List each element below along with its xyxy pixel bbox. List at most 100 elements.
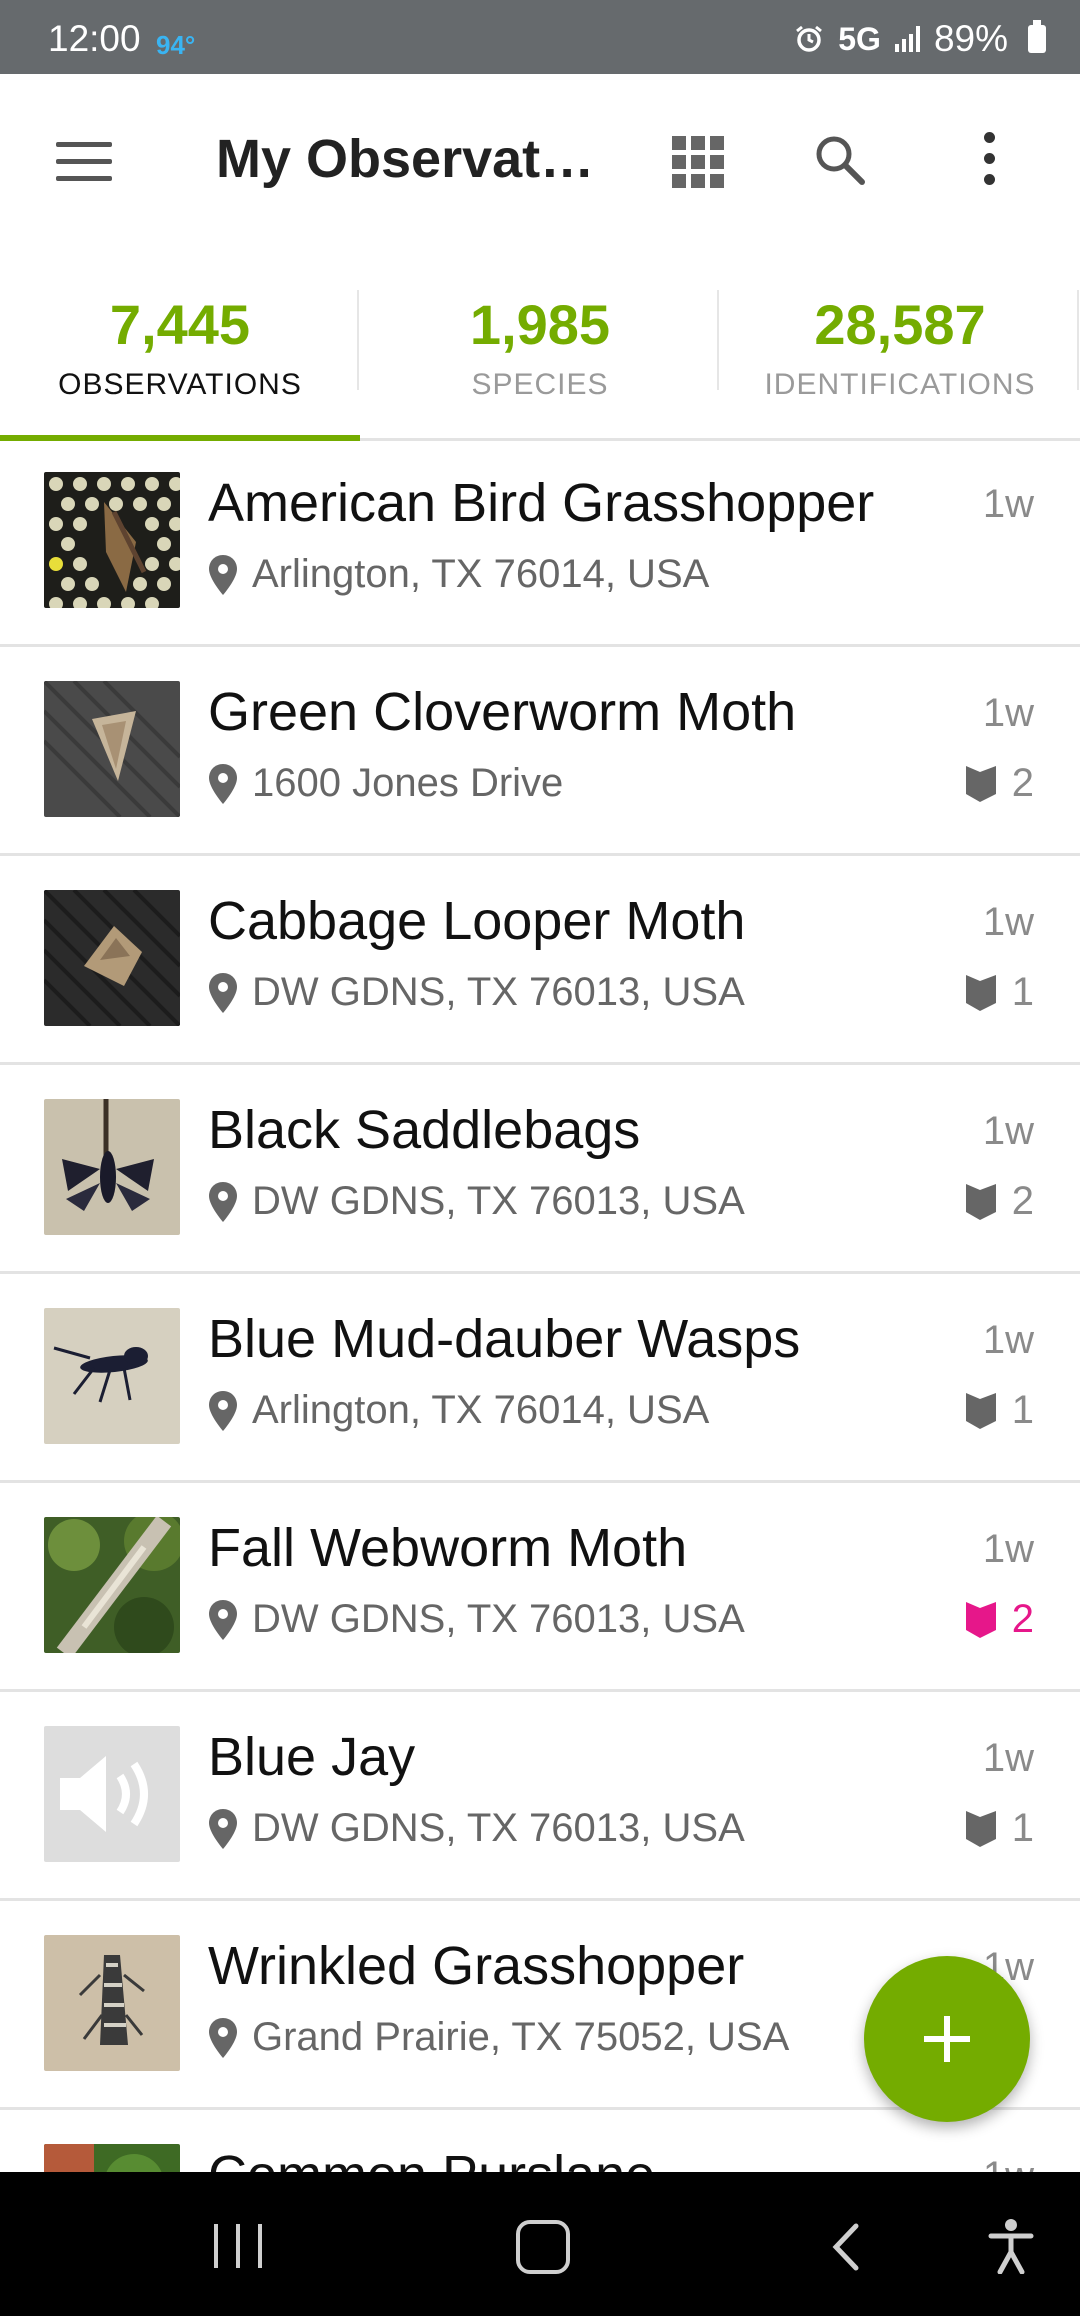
observation-photo[interactable] <box>44 681 180 817</box>
identification-count: 1 <box>964 970 1034 1015</box>
stats-tabs: 7,445 OBSERVATIONS 1,985 SPECIES 28,587 … <box>0 244 1080 441</box>
observation-time: 1w <box>982 1109 1034 1153</box>
observation-row[interactable]: Cabbage Looper Moth DW GDNS, TX 76013, U… <box>0 856 1080 1065</box>
observation-name: Common Purslane <box>208 2144 655 2172</box>
observation-name: American Bird Grasshopper <box>208 473 875 533</box>
observation-list: American Bird Grasshopper Arlington, TX … <box>0 438 1080 2172</box>
place-text: DW GDNS, TX 76013, USA <box>252 1806 745 1850</box>
observation-row[interactable]: Green Cloverworm Moth 1600 Jones Drive 1… <box>0 647 1080 856</box>
observation-name: Cabbage Looper Moth <box>208 891 746 951</box>
observation-row[interactable]: American Bird Grasshopper Arlington, TX … <box>0 438 1080 647</box>
grid-view-icon[interactable] <box>672 136 724 188</box>
identification-number: 2 <box>1011 1179 1034 1223</box>
status-icons: 5G 89% <box>794 18 1046 60</box>
add-observation-button[interactable] <box>864 1956 1030 2122</box>
identification-number: 1 <box>1011 1806 1034 1850</box>
observation-place: Arlington, TX 76014, USA <box>208 1388 709 1433</box>
observation-name: Blue Mud-dauber Wasps <box>208 1309 801 1369</box>
identification-number: 2 <box>1011 1597 1034 1641</box>
place-text: DW GDNS, TX 76013, USA <box>252 1179 745 1223</box>
tab-divider <box>717 290 719 390</box>
observation-row[interactable]: Blue Jay DW GDNS, TX 76013, USA 1w 1 <box>0 1692 1080 1901</box>
back-icon[interactable] <box>826 2222 866 2272</box>
identification-icon <box>965 1392 996 1429</box>
location-pin-icon <box>209 1390 237 1431</box>
observation-place: Arlington, TX 76014, USA <box>208 552 709 597</box>
observation-row[interactable]: Fall Webworm Moth DW GDNS, TX 76013, USA… <box>0 1483 1080 1692</box>
observation-place: DW GDNS, TX 76013, USA <box>208 1597 745 1642</box>
identification-number: 2 <box>1011 761 1034 805</box>
observations-count: 7,445 <box>109 293 251 356</box>
observation-row[interactable]: Common Purslane 1w <box>0 2110 1080 2172</box>
observation-row[interactable]: Black Saddlebags DW GDNS, TX 76013, USA … <box>0 1065 1080 1274</box>
place-text: Arlington, TX 76014, USA <box>252 1388 710 1432</box>
tab-divider <box>1077 290 1079 390</box>
status-bar: 12:00 94° 5G 89% <box>0 0 1080 74</box>
tab-identifications[interactable]: 28,587 IDENTIFICATIONS <box>720 244 1080 438</box>
observation-place: 1600 Jones Drive <box>208 761 563 806</box>
species-label: SPECIES <box>471 368 609 401</box>
tab-observations[interactable]: 7,445 OBSERVATIONS <box>0 244 360 441</box>
place-text: 1600 Jones Drive <box>252 761 564 805</box>
observation-time: 1w <box>983 2154 1034 2172</box>
observation-photo[interactable] <box>44 472 180 608</box>
place-text: DW GDNS, TX 76013, USA <box>252 1597 745 1641</box>
observation-row[interactable]: Blue Mud-dauber Wasps Arlington, TX 7601… <box>0 1274 1080 1483</box>
identification-count: 2 <box>964 1597 1034 1642</box>
signal-icon <box>894 26 920 52</box>
species-count: 1,985 <box>469 293 611 356</box>
identifications-count: 28,587 <box>814 293 986 356</box>
observation-name: Fall Webworm Moth <box>208 1518 688 1578</box>
status-temperature: 94° <box>156 30 196 60</box>
identification-count: 1 <box>964 1806 1034 1851</box>
observation-time: 1w <box>982 482 1034 526</box>
identification-icon <box>965 974 996 1011</box>
identification-icon <box>965 1183 996 1220</box>
place-text: DW GDNS, TX 76013, USA <box>252 970 745 1014</box>
network-type: 5G <box>838 20 881 57</box>
location-pin-icon <box>209 1808 237 1849</box>
observation-place: DW GDNS, TX 76013, USA <box>208 1179 745 1224</box>
place-text: Grand Prairie, TX 75052, USA <box>252 2015 790 2059</box>
observation-place: Grand Prairie, TX 75052, USA <box>208 2015 789 2060</box>
location-pin-icon <box>209 1181 237 1222</box>
tab-divider <box>357 290 359 390</box>
observation-photo[interactable] <box>44 1517 180 1653</box>
alarm-icon <box>796 25 823 52</box>
observation-photo[interactable] <box>44 1099 180 1235</box>
accessibility-icon[interactable] <box>988 2218 1034 2274</box>
observation-time: 1w <box>982 1527 1034 1571</box>
identifications-label: IDENTIFICATIONS <box>764 368 1036 401</box>
observation-name: Black Saddlebags <box>208 1100 641 1160</box>
page-title: My Observati… <box>216 129 596 189</box>
observation-photo[interactable] <box>44 2144 180 2172</box>
identification-count: 1 <box>964 1388 1034 1433</box>
more-options-icon[interactable] <box>984 132 998 192</box>
identification-count: 2 <box>964 1179 1034 1224</box>
menu-icon[interactable] <box>56 142 112 181</box>
observation-name: Blue Jay <box>208 1727 416 1787</box>
observation-place: DW GDNS, TX 76013, USA <box>208 970 745 1015</box>
observation-name: Wrinkled Grasshopper <box>208 1936 745 1996</box>
search-icon[interactable] <box>810 130 870 190</box>
sound-placeholder-image[interactable] <box>44 1726 180 1862</box>
observation-time: 1w <box>982 1736 1034 1780</box>
observation-photo[interactable] <box>44 1308 180 1444</box>
location-pin-icon <box>209 554 237 595</box>
observation-photo[interactable] <box>44 1935 180 2071</box>
observation-place: DW GDNS, TX 76013, USA <box>208 1806 745 1851</box>
home-icon[interactable] <box>516 2220 570 2274</box>
identification-icon <box>965 765 996 802</box>
recent-apps-icon[interactable] <box>214 2224 262 2268</box>
identification-count: 2 <box>964 761 1034 806</box>
tab-species[interactable]: 1,985 SPECIES <box>360 244 720 438</box>
identification-icon <box>965 1601 996 1638</box>
observations-label: OBSERVATIONS <box>58 368 302 401</box>
app-toolbar: My Observati… <box>0 74 1080 244</box>
observation-photo[interactable] <box>44 890 180 1026</box>
observation-time: 1w <box>982 900 1034 944</box>
identification-icon <box>965 1810 996 1847</box>
observation-time: 1w <box>982 1318 1034 1362</box>
observation-time: 1w <box>982 691 1034 735</box>
location-pin-icon <box>209 972 237 1013</box>
